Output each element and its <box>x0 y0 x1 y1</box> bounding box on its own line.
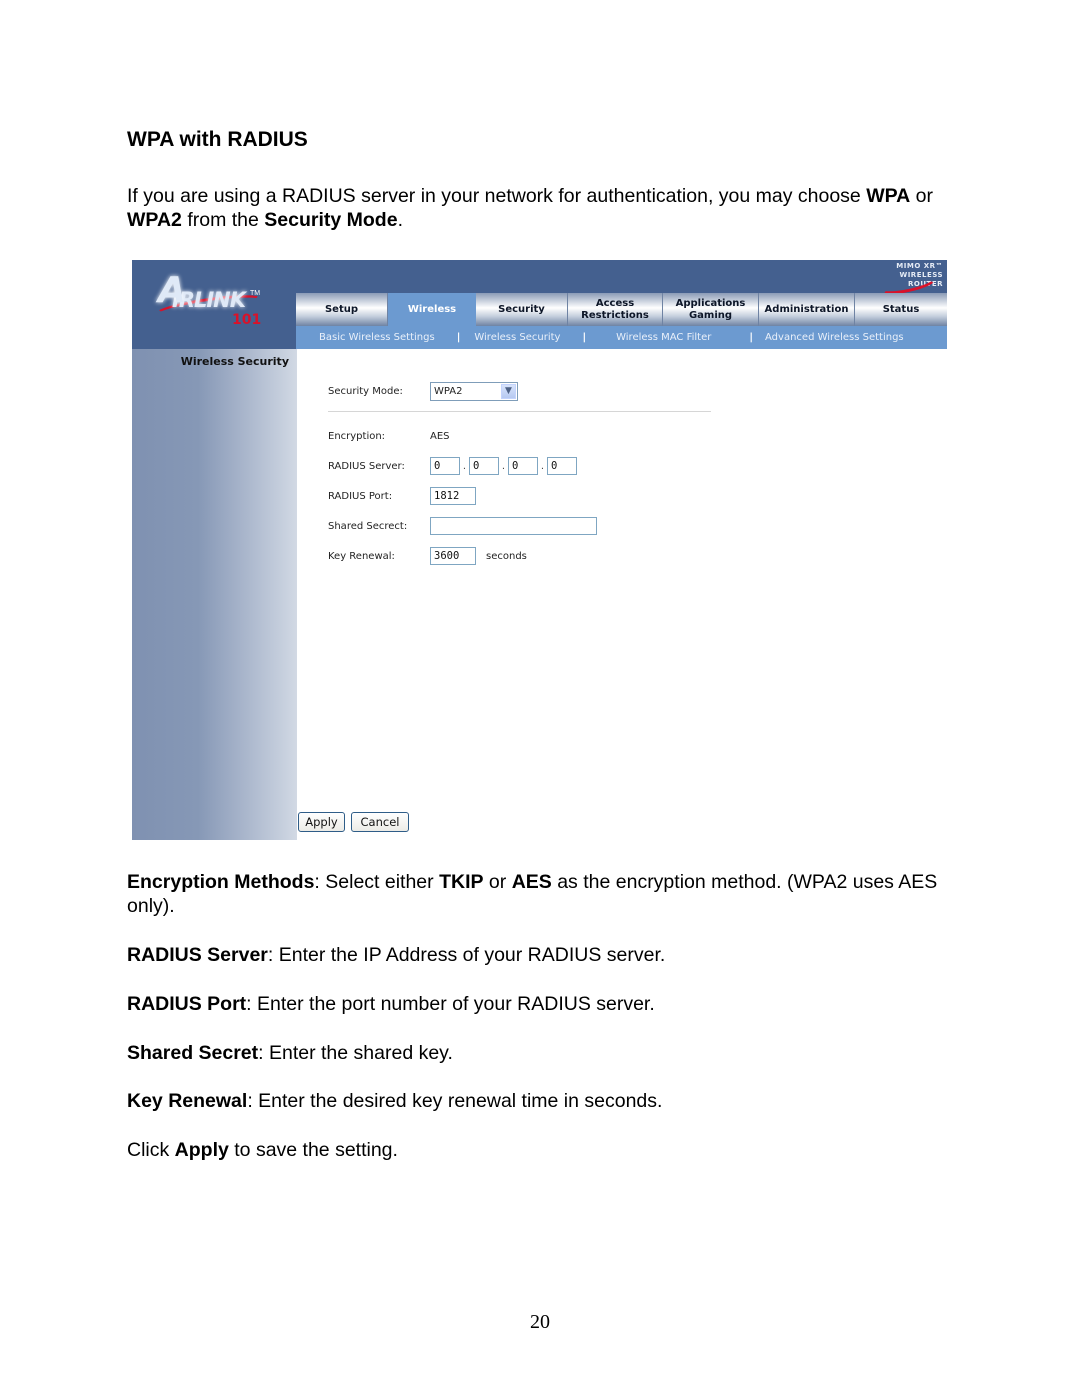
shared-secret-row: Shared Secrect: <box>328 516 597 536</box>
radius-port-label: RADIUS Port: <box>328 490 393 502</box>
tab-applications-gaming[interactable]: Applications Gaming <box>663 293 759 326</box>
subnav-wireless-mac-filter[interactable]: Wireless MAC Filter <box>586 332 711 343</box>
logo-letter: A <box>158 270 186 311</box>
subnav-basic-wireless-settings[interactable]: Basic Wireless Settings <box>296 332 435 343</box>
description-text: : Enter the port number of your RADIUS s… <box>246 993 655 1015</box>
radius-server-octet-1[interactable]: 0 <box>430 457 460 475</box>
logo-101: 101 <box>232 312 262 328</box>
sidebar: Wireless Security <box>132 349 297 840</box>
radius-port-description: RADIUS Port: Enter the port number of yo… <box>127 992 947 1016</box>
radius-port-row: RADIUS Port: 1812 <box>328 486 476 506</box>
description-text: : Select either <box>314 871 440 893</box>
product-badge: MIMO XR™ WIRELESS ROUTER <box>863 262 943 298</box>
logo-brand: A IRLINK <box>158 270 246 312</box>
ip-dot: . <box>501 460 506 472</box>
encryption-row: Encryption: AES <box>328 426 450 446</box>
ip-dot: . <box>462 460 467 472</box>
description-text: or <box>483 871 512 893</box>
intro-text: If you are using a RADIUS server in your… <box>127 185 867 207</box>
security-mode-label: Security Mode: <box>328 385 403 397</box>
tab-administration[interactable]: Administration <box>759 293 855 326</box>
encryption-methods-description: Encryption Methods: Select either TKIP o… <box>127 870 947 918</box>
encryption-value: AES <box>430 430 450 442</box>
form-divider <box>328 411 711 412</box>
sidebar-title: Wireless Security <box>180 355 289 368</box>
main-tabs: Setup Wireless Security Access Restricti… <box>296 293 947 326</box>
radius-server-row: RADIUS Server: 0 . 0 . 0 . 0 <box>328 456 577 476</box>
key-renewal-label: Key Renewal: <box>328 550 395 562</box>
subnav-wireless-security[interactable]: Wireless Security <box>460 332 560 343</box>
description-term: RADIUS Server <box>127 944 268 966</box>
shared-secret-label: Shared Secrect: <box>328 520 408 532</box>
description-text: : Enter the shared key. <box>258 1042 453 1064</box>
description-aes: AES <box>511 871 552 893</box>
radius-port-input[interactable]: 1812 <box>430 487 476 505</box>
shared-secret-description: Shared Secret: Enter the shared key. <box>127 1041 947 1065</box>
intro-paragraph: If you are using a RADIUS server in your… <box>127 184 947 232</box>
radius-server-label: RADIUS Server: <box>328 460 405 472</box>
page-number: 20 <box>530 1311 550 1333</box>
intro-security-mode: Security Mode <box>264 209 398 231</box>
router-screenshot: AIRLINK TM 101 networkingsolutions MIMO … <box>132 260 947 840</box>
header-left-band <box>132 332 296 349</box>
security-mode-select[interactable]: WPA2 ▼ <box>430 381 518 401</box>
intro-wpa2: WPA2 <box>127 209 182 231</box>
tab-setup[interactable]: Setup <box>296 293 388 326</box>
key-renewal-description: Key Renewal: Enter the desired key renew… <box>127 1089 947 1113</box>
intro-wpa: WPA <box>866 185 911 207</box>
closing-text: to save the setting. <box>228 1139 398 1161</box>
wireless-security-form: Security Mode: WPA2 ▼ Encryption: AES RA… <box>297 349 947 840</box>
description-text: : Enter the desired key renewal time in … <box>247 1090 663 1112</box>
closing-instruction: Click Apply to save the setting. <box>127 1138 947 1162</box>
logo-tm: TM <box>250 290 261 297</box>
closing-apply: Apply <box>174 1139 229 1161</box>
description-term: Shared Secret <box>127 1042 259 1064</box>
cancel-button[interactable]: Cancel <box>351 812 409 832</box>
tab-access-restrictions[interactable]: Access Restrictions <box>568 293 663 326</box>
description-term: RADIUS Port <box>127 993 247 1015</box>
radius-server-octet-4[interactable]: 0 <box>547 457 577 475</box>
radius-server-description: RADIUS Server: Enter the IP Address of y… <box>127 943 947 967</box>
radius-server-octet-3[interactable]: 0 <box>508 457 538 475</box>
description-tkip: TKIP <box>439 871 484 893</box>
sub-navigation: Basic Wireless Settings | Wireless Secur… <box>296 326 947 349</box>
shared-secret-input[interactable] <box>430 517 597 535</box>
tab-status[interactable]: Status <box>855 293 947 326</box>
key-renewal-row: Key Renewal: 3600 seconds <box>328 546 527 566</box>
apply-button[interactable]: Apply <box>298 812 345 832</box>
radius-server-octet-2[interactable]: 0 <box>469 457 499 475</box>
tab-security[interactable]: Security <box>476 293 568 326</box>
intro-text: or <box>910 185 934 207</box>
product-badge-line1: MIMO XR™ <box>896 262 943 270</box>
description-text: : Enter the IP Address of your RADIUS se… <box>267 944 666 966</box>
key-renewal-input[interactable]: 3600 <box>430 547 476 565</box>
encryption-label: Encryption: <box>328 430 386 442</box>
subnav-advanced-wireless-settings[interactable]: Advanced Wireless Settings <box>753 332 904 343</box>
security-mode-row: Security Mode: WPA2 ▼ <box>328 381 518 401</box>
section-heading: WPA with RADIUS <box>127 128 308 151</box>
security-mode-value: WPA2 <box>434 385 463 397</box>
intro-text: from the <box>181 209 265 231</box>
description-term: Encryption Methods <box>127 871 315 893</box>
intro-text: . <box>397 209 403 231</box>
chevron-down-icon[interactable]: ▼ <box>501 383 516 399</box>
airlink-logo: A IRLINK TM 101 <box>142 268 292 333</box>
key-renewal-unit: seconds <box>486 550 527 562</box>
ip-dot: . <box>540 460 545 472</box>
description-term: Key Renewal <box>127 1090 248 1112</box>
tab-wireless[interactable]: Wireless <box>388 293 476 326</box>
form-buttons: Apply Cancel <box>298 812 409 832</box>
closing-text: Click <box>127 1139 175 1161</box>
